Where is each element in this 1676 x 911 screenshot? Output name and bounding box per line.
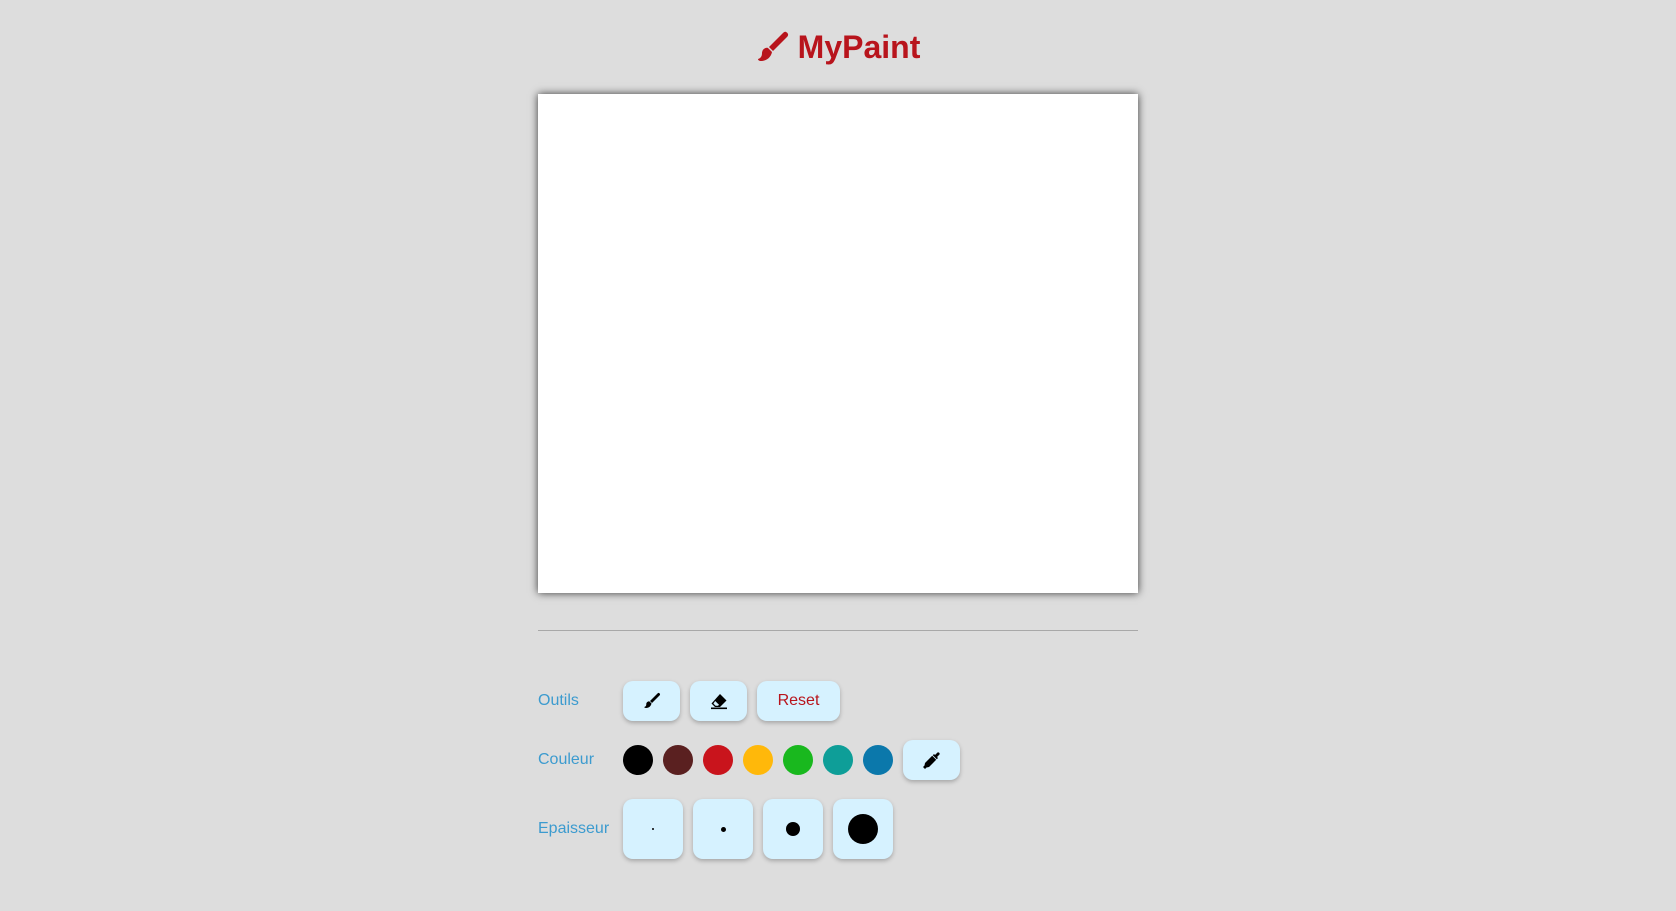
size-button-extra-small[interactable] xyxy=(623,799,683,859)
colors-row: Couleur xyxy=(538,740,970,780)
eraser-button[interactable] xyxy=(690,681,747,721)
color-swatch-teal[interactable] xyxy=(823,745,853,775)
size-button-medium[interactable] xyxy=(763,799,823,859)
size-dot-small xyxy=(720,826,726,832)
brush-button[interactable] xyxy=(623,681,680,721)
color-swatch-blue[interactable] xyxy=(863,745,893,775)
paint-brush-icon xyxy=(756,30,790,64)
tools-row: Outils Reset xyxy=(538,681,850,721)
color-swatch-yellow[interactable] xyxy=(743,745,773,775)
size-dot-medium xyxy=(786,822,800,836)
color-swatch-black[interactable] xyxy=(623,745,653,775)
size-label: Epaisseur xyxy=(538,820,610,837)
title-wrap: MyPaint xyxy=(756,28,921,66)
tools-label: Outils xyxy=(538,692,579,709)
header: MyPaint xyxy=(0,22,1676,72)
reset-button[interactable]: Reset xyxy=(757,681,840,721)
eyedropper-icon xyxy=(922,751,941,769)
paint-brush-icon xyxy=(643,692,661,710)
drawing-canvas[interactable] xyxy=(538,94,1138,593)
size-dot-extra-small xyxy=(652,828,654,830)
size-button-large[interactable] xyxy=(833,799,893,859)
color-picker-button[interactable] xyxy=(903,740,960,780)
app-title: MyPaint xyxy=(797,28,921,65)
size-button-small[interactable] xyxy=(693,799,753,859)
color-swatch-green[interactable] xyxy=(783,745,813,775)
color-swatch-brown[interactable] xyxy=(663,745,693,775)
divider xyxy=(538,630,1138,631)
size-dot-large xyxy=(848,814,878,844)
color-swatch-red[interactable] xyxy=(703,745,733,775)
sizes-row: Epaisseur xyxy=(538,798,903,860)
color-label: Couleur xyxy=(538,751,595,768)
app: MyPaint Outils Reset Couleur Epaisseur xyxy=(0,0,1676,911)
eraser-icon xyxy=(710,692,728,710)
